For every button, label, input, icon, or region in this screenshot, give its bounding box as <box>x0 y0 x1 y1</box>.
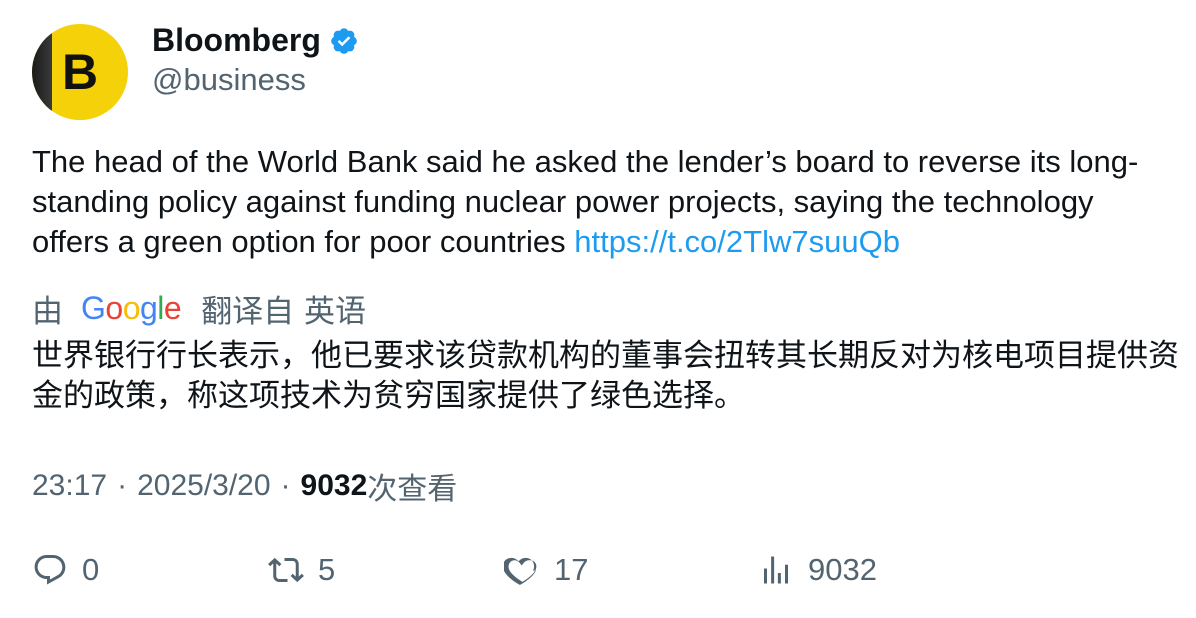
retweet-count: 5 <box>318 552 336 587</box>
views-count-action: 9032 <box>808 552 877 587</box>
action-bar: 0 5 17 9032 <box>32 552 1172 592</box>
tweet-date[interactable]: 2025/3/20 <box>137 469 270 503</box>
meta-separator: · <box>280 469 291 502</box>
like-count: 17 <box>554 552 589 587</box>
tweet-time[interactable]: 23:17 <box>32 469 107 503</box>
translated-text: 世界银行行长表示，他已要求该贷款机构的董事会扭转其长期反对为核电项目提供资金的政… <box>32 338 1179 414</box>
author-name[interactable]: Bloomberg <box>152 22 321 59</box>
views-button[interactable]: 9032 <box>758 552 877 588</box>
heart-icon <box>504 557 537 585</box>
meta-separator: · <box>117 469 128 502</box>
verified-badge-icon <box>331 27 357 54</box>
tweet-text: The head of the World Bank said he asked… <box>32 142 1172 262</box>
tweet-link[interactable]: https://t.co/2Tlw7suuQb <box>574 224 900 259</box>
tweet-meta: 23:17 · 2025/3/20 · 9032 次查看 <box>32 464 457 508</box>
reply-count: 0 <box>82 552 100 587</box>
retweet-icon <box>268 557 304 583</box>
author-handle[interactable]: @business <box>152 62 306 98</box>
reply-button[interactable]: 0 <box>32 552 99 588</box>
analytics-icon <box>764 556 788 584</box>
views-count: 9032 <box>300 469 368 502</box>
like-button[interactable]: 17 <box>504 552 588 588</box>
translation-prefix: 由 <box>32 294 63 330</box>
translation-attribution: 由 Google 翻译自 英语 <box>32 286 366 331</box>
avatar-letter: B <box>61 44 99 100</box>
google-logo-icon: Google <box>81 290 182 326</box>
views-label: 次查看 <box>367 473 458 506</box>
avatar[interactable]: B <box>32 24 128 120</box>
author-name-row: Bloomberg <box>152 22 359 59</box>
translation-suffix: 翻译自 英语 <box>201 294 367 330</box>
reply-icon <box>34 555 66 585</box>
retweet-button[interactable]: 5 <box>268 552 335 588</box>
